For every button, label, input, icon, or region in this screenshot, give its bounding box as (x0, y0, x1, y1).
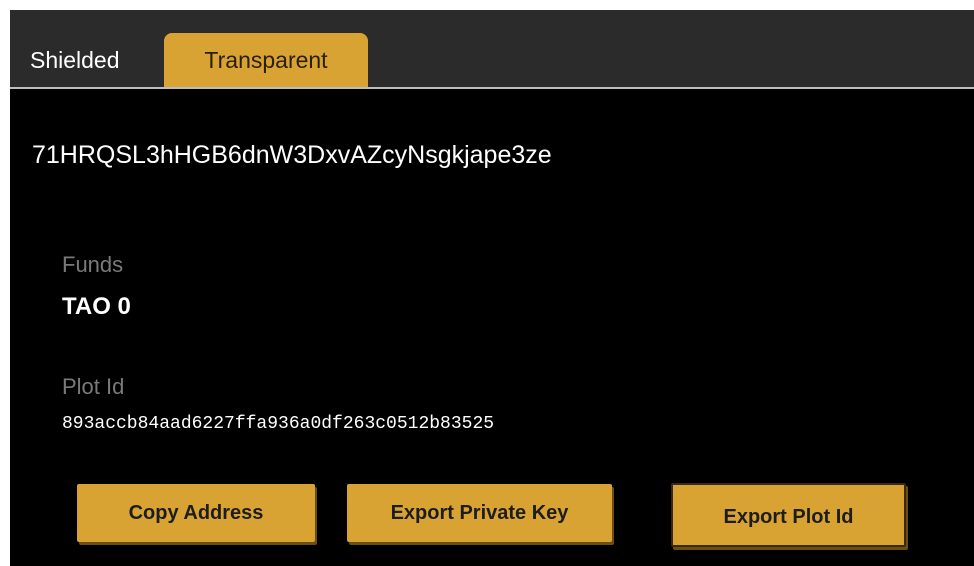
tab-shielded[interactable]: Shielded (24, 33, 164, 87)
wallet-panel: Shielded Transparent 71HRQSL3hHGB6dnW3Dx… (10, 10, 974, 566)
funds-value: TAO 0 (62, 293, 131, 320)
tab-transparent[interactable]: Transparent (164, 33, 368, 87)
export-private-key-button[interactable]: Export Private Key (347, 484, 612, 542)
export-plot-id-button[interactable]: Export Plot Id (671, 483, 906, 547)
funds-label: Funds (62, 252, 124, 277)
plot-id-value: 893accb84aad6227ffa936a0df263c0512b83525 (62, 414, 495, 434)
plot-id-label: Plot Id (62, 374, 125, 399)
address-type-tabbar: Shielded Transparent (10, 10, 974, 89)
copy-address-button[interactable]: Copy Address (77, 484, 315, 542)
wallet-address: 71HRQSL3hHGB6dnW3DxvAZcyNsgkjape3ze (32, 141, 552, 169)
